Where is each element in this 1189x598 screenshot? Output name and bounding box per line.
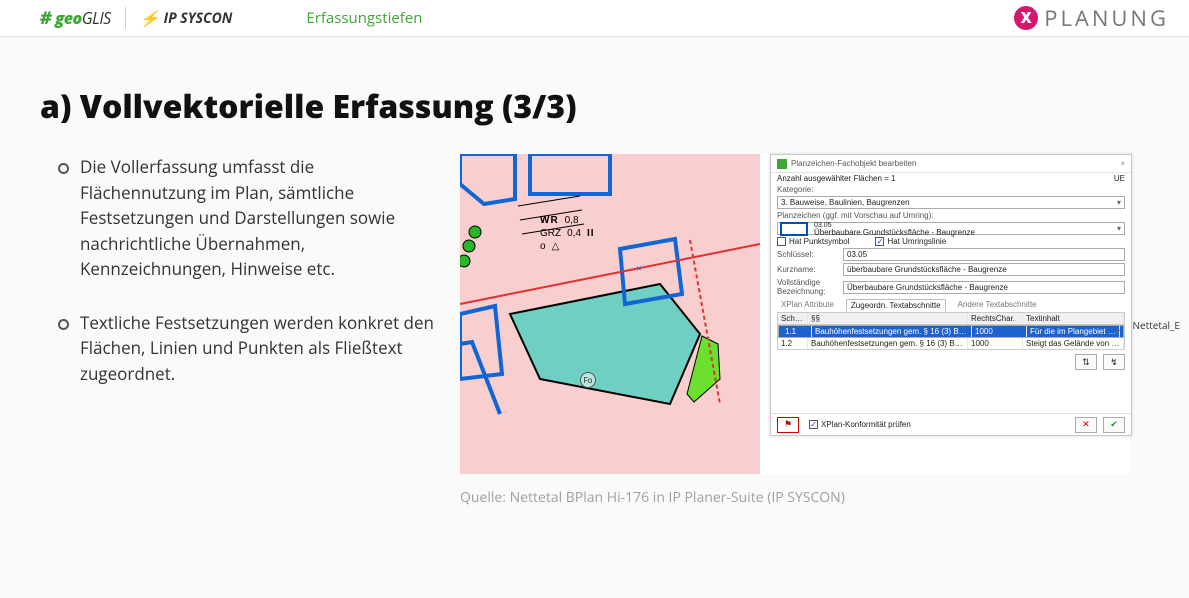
property-dialog: Planzeichen-Fachobjekt bearbeiten × Anza… (770, 154, 1132, 436)
tab-xplan-attribute[interactable]: XPlan Attribute (777, 299, 838, 312)
map-svg: × (460, 154, 760, 474)
col-schluessel[interactable]: Schlüssel ▲ (778, 313, 808, 324)
brand-xplanung: X PLANUNG (1014, 3, 1169, 33)
close-icon[interactable]: × (1120, 159, 1125, 168)
col-rechtschar[interactable]: RechtsChar. (968, 313, 1023, 324)
page-title: a) Vollvektorielle Erfassung (3/3) (40, 85, 1149, 128)
svg-text:×: × (636, 261, 642, 275)
content-columns: Die Vollerfassung umfasst die Flächennut… (40, 154, 1149, 507)
figure-box: × WR0,8 GRZ0,4II o△ Fo Nettetal_E (460, 154, 1130, 474)
bezeichnung-input[interactable]: Überbaubare Grundstücksfläche - Baugrenz… (843, 281, 1125, 294)
dialog-app-icon (777, 159, 787, 169)
breadcrumb[interactable]: Erfassungstiefen (306, 8, 422, 28)
kategorie-select[interactable]: 3. Bauweise, Baulinien, Baugrenzen (777, 196, 1125, 209)
xplan-x-icon: X (1014, 6, 1038, 30)
ue-badge: UE (1114, 174, 1125, 183)
map-cols: II (587, 227, 595, 240)
map-label: Nettetal_E (1133, 318, 1180, 332)
slide: a) Vollvektorielle Erfassung (3/3) Die V… (0, 37, 1189, 507)
col-textinhalt[interactable]: Textinhalt (1023, 313, 1124, 324)
map-grz-k: GRZ (540, 227, 561, 240)
cancel-button[interactable]: ✕ (1075, 417, 1097, 433)
list-item: Die Vollerfassung umfasst die Flächennut… (80, 154, 440, 282)
conformity-label: XPlan-Konformität prüfen (821, 420, 911, 429)
map-graphic: × WR 0,8 GRZ 0,4 II o △ Fo (460, 154, 760, 474)
brand-geo: geo (55, 7, 82, 29)
conformity-checkbox[interactable]: ✓XPlan-Konformität prüfen (809, 420, 911, 429)
map-wr: WR (540, 214, 559, 227)
brand-ipsyscon-text: IP SYSCON (164, 9, 233, 28)
ok-button[interactable]: ✔ (1103, 417, 1125, 433)
dialog-footer: ⚑ ✓XPlan-Konformität prüfen ✕ ✔ (771, 413, 1131, 435)
map-o: o (540, 240, 546, 253)
map-annotation-box: WR 0,8 GRZ 0,4 II o △ (540, 214, 595, 253)
figure-caption: Quelle: Nettetal BPlan Hi-176 in IP Plan… (460, 488, 1149, 507)
checkbox-icon: ✓ (875, 237, 884, 246)
planzeichen-label: Planzeichen (ggf. mit Vorschau auf Umrin… (777, 211, 934, 220)
schluessel-input[interactable]: 03.05 (843, 248, 1125, 261)
cell-rechtschar: 1000 (968, 338, 1023, 349)
cell-textinhalt: Steigt das Gelände von der öffentlichen … (1023, 338, 1124, 349)
text-sections-table: Schlüssel ▲ §§ RechtsChar. Textinhalt 1.… (777, 312, 1125, 350)
flag-button[interactable]: ⚑ (777, 417, 799, 433)
cell-paragraph: Bauhöhenfestsetzungen gem. § 16 (3) BauN… (808, 338, 968, 349)
map-fo-marker: Fo (580, 372, 596, 388)
checkbox-icon: ✓ (809, 420, 818, 429)
cell-paragraph: Bauhöhenfestsetzungen gem. § 16 (3) BauN… (812, 326, 972, 337)
topbar: # geoGLIS ⚡ IP SYSCON Erfassungstiefen X… (0, 0, 1189, 37)
cell-schluessel: 1.2 (778, 338, 808, 349)
link-button[interactable]: ↯ (1103, 354, 1125, 370)
tab-zugeordn-textabschnitte[interactable]: Zugeordn. Textabschnitte (846, 299, 946, 312)
brand-xplan-text: PLANUNG (1044, 3, 1169, 33)
brand-glis: GLIS (82, 7, 111, 29)
cell-schluessel: 1.1 (782, 326, 812, 337)
bezeichnung-label: Vollständige Bezeichnung: (777, 278, 839, 296)
tab-andere-textabschnitte[interactable]: Andere Textabschnitte (954, 299, 1041, 312)
planzeichen-value: Überbaubare Grundstücksfläche - Baugrenz… (814, 229, 975, 236)
dialog-title: Planzeichen-Fachobjekt bearbeiten (791, 159, 916, 168)
planzeichen-select[interactable]: 03.05 Überbaubare Grundstücksfläche - Ba… (777, 222, 1125, 235)
punktsymbol-label: Hat Punktsymbol (789, 237, 849, 246)
triangle-icon: △ (552, 240, 560, 253)
map-circ: 0,8 (565, 214, 579, 227)
bolt-icon: ⚡ (140, 7, 160, 29)
hash-icon: # (40, 6, 51, 30)
punktsymbol-checkbox[interactable]: Hat Punktsymbol (777, 237, 849, 246)
cell-rechtschar: 1000 (972, 326, 1027, 337)
cell-textinhalt: Für die im Plangebiet festgesetzten über… (1027, 326, 1120, 337)
divider (125, 7, 126, 29)
umring-checkbox[interactable]: ✓Hat Umringslinie (875, 237, 946, 246)
umring-label: Hat Umringslinie (887, 237, 946, 246)
dialog-tabs: XPlan Attribute Zugeordn. Textabschnitte… (771, 297, 1131, 312)
table-row[interactable]: 1.1 Bauhöhenfestsetzungen gem. § 16 (3) … (778, 325, 1124, 338)
table-row[interactable]: 1.2 Bauhöhenfestsetzungen gem. § 16 (3) … (778, 338, 1124, 349)
reorder-button[interactable]: ⇅ (1075, 354, 1097, 370)
schluessel-label: Schlüssel: (777, 250, 839, 259)
dialog-titlebar[interactable]: Planzeichen-Fachobjekt bearbeiten × (771, 155, 1131, 173)
col-paragraph[interactable]: §§ (808, 313, 968, 324)
kurzname-label: Kurzname: (777, 265, 839, 274)
selection-count: Anzahl ausgewählter Flächen = 1 (777, 174, 896, 183)
figure: × WR0,8 GRZ0,4II o△ Fo Nettetal_E (460, 154, 1149, 507)
checkbox-icon (777, 237, 786, 246)
bullet-list: Die Vollerfassung umfasst die Flächennut… (40, 154, 440, 414)
list-item: Textliche Festsetzungen werden konkret d… (80, 310, 440, 387)
planzeichen-swatch (780, 222, 808, 236)
map-grz-v: 0,4 (567, 227, 581, 240)
brand-geoglis: # geoGLIS (40, 6, 111, 30)
brand-ipsyscon: ⚡ IP SYSCON (140, 7, 233, 29)
kurzname-input[interactable]: überbaubare Grundstücksfläche - Baugrenz… (843, 263, 1125, 276)
kategorie-label: Kategorie: (777, 185, 813, 194)
